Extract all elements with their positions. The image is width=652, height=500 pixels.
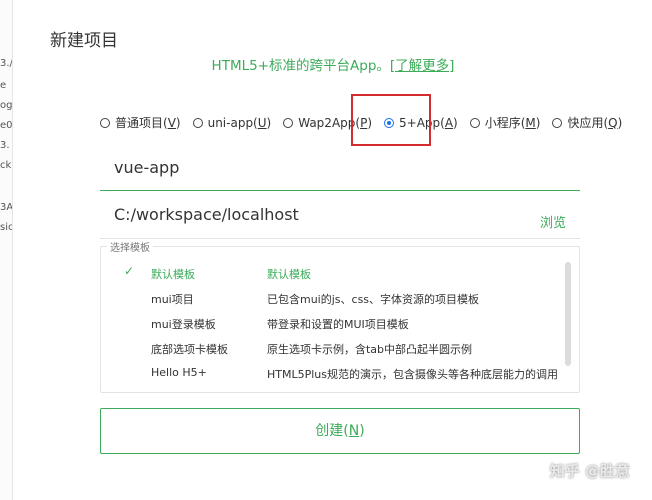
template-desc: 带登录和设置的MUI项目模板 xyxy=(267,318,409,331)
template-desc: 已包含mui的js、css、字体资源的项目模板 xyxy=(267,293,480,306)
radio-5plus-app[interactable]: 5+App(A) xyxy=(384,116,458,130)
project-name-value: vue-app xyxy=(114,158,180,177)
check-icon: ✓ xyxy=(124,264,135,278)
template-list-scrollbar[interactable] xyxy=(565,262,571,366)
radio-uni-app[interactable]: uni-app(U) xyxy=(192,116,271,130)
radio-wap2app[interactable]: Wap2App(P) xyxy=(283,116,372,130)
new-project-dialog: 新建项目 HTML5+标准的跨平台App。[了解更多] 普通项目(V) uni-… xyxy=(14,0,652,500)
project-location-value: C:/workspace/localhost xyxy=(114,205,299,224)
template-name: 默认模板 xyxy=(151,268,195,281)
template-name: Hello H5+ xyxy=(151,366,207,379)
strip-text: 3. xyxy=(0,140,10,151)
template-desc: 默认模板 xyxy=(267,268,311,281)
strip-text: e xyxy=(0,80,7,91)
browse-button[interactable]: 浏览 xyxy=(540,212,566,231)
zhihu-watermark: 知乎 @胜意 xyxy=(549,462,630,480)
template-list: 选择模板 ✓ 默认模板 默认模板 mui项目 已包含mui的js、css、字体资… xyxy=(100,239,580,393)
dialog-title: 新建项目 xyxy=(50,31,118,51)
radio-quick-app[interactable]: 快应用(Q) xyxy=(552,114,622,131)
radio-normal-project[interactable]: 普通项目(V) xyxy=(100,114,181,131)
radio-circle-icon xyxy=(283,117,294,128)
template-name: mui项目 xyxy=(151,293,194,306)
strip-text: og xyxy=(0,100,13,111)
template-desc: 原生选项卡示例，含tab中部凸起半圆示例 xyxy=(267,343,473,356)
radio-selected-icon xyxy=(384,117,394,128)
radio-circle-icon xyxy=(552,117,563,128)
template-row-mui-login[interactable]: mui登录模板 带登录和设置的MUI项目模板 xyxy=(101,312,561,334)
subtitle-text: HTML5+标准的跨平台App。 xyxy=(211,58,390,74)
project-location-input[interactable]: C:/workspace/localhost 浏览 xyxy=(100,202,580,239)
template-row-default[interactable]: ✓ 默认模板 默认模板 xyxy=(101,262,561,284)
learn-more-link[interactable]: [了解更多] xyxy=(390,58,455,74)
strip-text: sic xyxy=(0,222,13,233)
template-group-label: 选择模板 xyxy=(107,239,153,254)
template-row-mui[interactable]: mui项目 已包含mui的js、css、字体资源的项目模板 xyxy=(101,287,561,309)
radio-circle-icon xyxy=(469,117,480,128)
template-name: 底部选项卡模板 xyxy=(151,343,228,356)
template-row-hello-h5[interactable]: Hello H5+ HTML5Plus规范的演示，包含摄像头等各种底层能力的调用 xyxy=(101,362,561,384)
strip-text: e0 xyxy=(0,120,13,131)
template-name: mui登录模板 xyxy=(151,318,216,331)
template-row-bottom-tabs[interactable]: 底部选项卡模板 原生选项卡示例，含tab中部凸起半圆示例 xyxy=(101,337,561,359)
strip-text: ck xyxy=(0,160,12,171)
create-button[interactable]: 创建(N) xyxy=(100,408,580,454)
background-window-strip: 3./ e og e0 3. ck 3A sic xyxy=(0,0,13,500)
dialog-subtitle: HTML5+标准的跨平台App。[了解更多] xyxy=(14,54,652,74)
radio-mini-program[interactable]: 小程序(M) xyxy=(469,114,540,131)
strip-text: 3A xyxy=(0,202,13,213)
strip-text: 3./ xyxy=(0,58,13,69)
radio-circle-icon xyxy=(100,117,110,128)
template-desc: HTML5Plus规范的演示，包含摄像头等各种底层能力的调用 xyxy=(267,368,558,381)
project-type-radio-group: 普通项目(V) uni-app(U) Wap2App(P) 5+App(A) 小… xyxy=(100,114,634,131)
radio-circle-icon xyxy=(192,117,203,128)
project-name-input[interactable]: vue-app xyxy=(100,154,580,191)
